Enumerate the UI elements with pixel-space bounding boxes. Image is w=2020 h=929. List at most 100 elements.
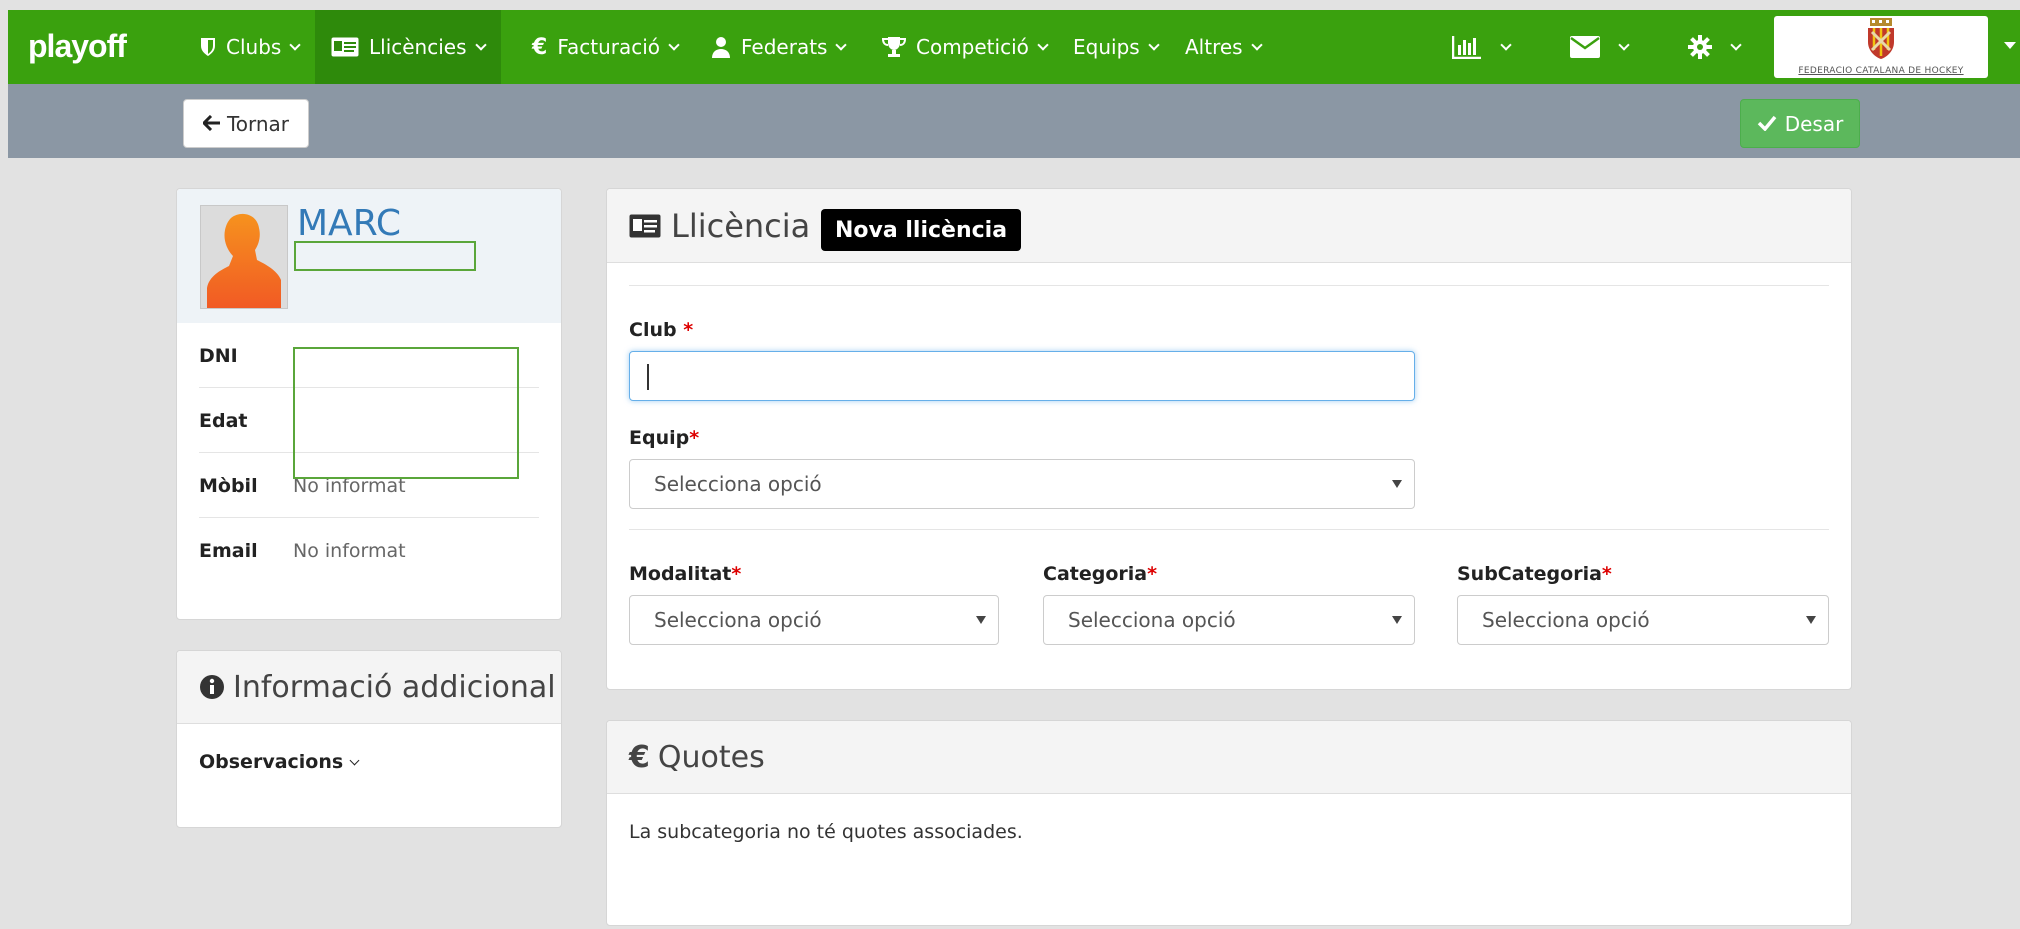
- nav-reports[interactable]: [1436, 10, 1526, 84]
- trophy-icon: [882, 36, 906, 58]
- subcategory-label-text: SubCategoria: [1457, 563, 1602, 585]
- subcategory-select[interactable]: Selecciona opció: [1457, 595, 1829, 645]
- chevron-down-icon: [1037, 38, 1049, 51]
- caret-down-icon: [1806, 616, 1816, 624]
- divider: [629, 529, 1829, 530]
- bar-chart-icon: [1452, 35, 1482, 59]
- chevron-down-icon: [289, 38, 301, 51]
- top-navbar: playoff Clubs Llicències € Facturació Fe…: [8, 10, 2020, 84]
- mobile-label: Mòbil: [199, 475, 258, 497]
- category-select-value: Selecciona opció: [1068, 608, 1236, 632]
- subcategory-field-label: SubCategoria*: [1457, 563, 1612, 585]
- nav-llicencies[interactable]: Llicències: [315, 10, 501, 84]
- additional-info-card: Informació addicional Observacions: [176, 650, 562, 828]
- save-button-label: Desar: [1784, 111, 1844, 136]
- quotes-card: € Quotes La subcategoria no té quotes as…: [606, 720, 1852, 926]
- club-input[interactable]: [629, 351, 1415, 401]
- divider: [629, 285, 1829, 286]
- redacted-surname: [294, 241, 476, 271]
- nav-settings[interactable]: [1672, 10, 1756, 84]
- club-field-label: Club *: [629, 319, 693, 341]
- euro-icon: €: [532, 34, 548, 60]
- profile-header: MARC: [177, 189, 561, 323]
- nav-competicio-label: Competició: [916, 35, 1029, 59]
- chevron-down-icon: [835, 38, 848, 51]
- avatar: [200, 205, 288, 309]
- nav-altres-label: Altres: [1185, 35, 1243, 59]
- chevron-down-icon: [1730, 38, 1742, 51]
- caret-down-icon[interactable]: [2004, 42, 2016, 49]
- caret-down-icon: [976, 616, 986, 624]
- required-mark: *: [731, 563, 742, 585]
- nav-altres[interactable]: Altres: [1169, 10, 1277, 84]
- chevron-down-icon: [349, 755, 360, 765]
- club-label-text: Club: [629, 319, 677, 341]
- arrow-left-icon: [201, 112, 221, 136]
- license-header: Llicència Nova llicència: [607, 189, 1851, 263]
- caret-down-icon: [1392, 616, 1402, 624]
- category-select[interactable]: Selecciona opció: [1043, 595, 1415, 645]
- chevron-down-icon: [1618, 38, 1630, 51]
- dni-label: DNI: [199, 345, 238, 367]
- required-mark: *: [1601, 563, 1612, 585]
- additional-info-title: Informació addicional: [233, 669, 556, 705]
- license-title: Llicència: [629, 207, 810, 245]
- chevron-down-icon: [1148, 38, 1160, 51]
- nav-federats[interactable]: Federats: [695, 10, 861, 84]
- envelope-icon: [1570, 36, 1600, 58]
- text-cursor: [647, 364, 649, 390]
- nav-facturacio-label: Facturació: [557, 35, 661, 59]
- nav-facturacio[interactable]: € Facturació: [516, 10, 694, 84]
- required-mark: *: [689, 427, 700, 449]
- observations-toggle[interactable]: Observacions: [199, 751, 360, 773]
- new-license-badge: Nova llicència: [821, 209, 1022, 251]
- observations-label: Observacions: [199, 751, 344, 773]
- id-card-icon: [331, 37, 359, 57]
- redacted-personal-data: [293, 347, 519, 479]
- modality-field-label: Modalitat*: [629, 563, 741, 585]
- id-card-icon: [629, 214, 661, 238]
- organization-name: FEDERACIÓ CATALANA DE HOCKEY: [1798, 66, 1964, 76]
- back-button-label: Tornar: [226, 111, 290, 136]
- nav-llicencies-label: Llicències: [369, 35, 467, 59]
- quotes-empty-message: La subcategoria no té quotes associades.: [629, 821, 1023, 843]
- chevron-down-icon: [474, 38, 487, 51]
- chevron-down-icon: [1500, 38, 1512, 51]
- info-row-email: Email No informat: [199, 518, 539, 583]
- chevron-down-icon: [668, 38, 680, 51]
- nav-equips-label: Equips: [1073, 35, 1140, 59]
- email-value: No informat: [293, 540, 406, 562]
- caret-down-icon: [1392, 480, 1402, 488]
- quotes-title: Quotes: [657, 739, 765, 775]
- action-bar: Tornar Desar: [8, 84, 2020, 158]
- profile-card: MARC DNI Edat Mòbil No informat Email No…: [176, 188, 562, 620]
- nav-competicio[interactable]: Competició: [866, 10, 1063, 84]
- modality-label-text: Modalitat: [629, 563, 732, 585]
- modality-select-value: Selecciona opció: [654, 608, 822, 632]
- team-select-value: Selecciona opció: [654, 472, 822, 496]
- check-icon: [1757, 112, 1777, 136]
- profile-name[interactable]: MARC: [297, 203, 401, 244]
- nav-messages[interactable]: [1554, 10, 1644, 84]
- nav-clubs[interactable]: Clubs: [184, 10, 315, 84]
- gear-icon: [1688, 35, 1712, 59]
- modality-select[interactable]: Selecciona opció: [629, 595, 999, 645]
- quotes-header: € Quotes: [607, 721, 1851, 794]
- nav-equips[interactable]: Equips: [1057, 10, 1174, 84]
- organization-logo[interactable]: FEDERACIÓ CATALANA DE HOCKEY: [1774, 16, 1988, 78]
- nav-clubs-label: Clubs: [226, 35, 282, 59]
- age-label: Edat: [199, 410, 248, 432]
- category-field-label: Categoria*: [1043, 563, 1157, 585]
- license-card: Llicència Nova llicència Club * Equip* S…: [606, 188, 1852, 690]
- back-button[interactable]: Tornar: [183, 99, 309, 148]
- category-label-text: Categoria: [1043, 563, 1148, 585]
- nav-federats-label: Federats: [741, 35, 828, 59]
- additional-info-header: Informació addicional: [177, 651, 561, 724]
- user-icon: [711, 36, 731, 58]
- brand-logo[interactable]: playoff: [28, 28, 127, 65]
- save-button[interactable]: Desar: [1740, 99, 1860, 148]
- required-mark: *: [1147, 563, 1158, 585]
- euro-icon: €: [629, 739, 650, 775]
- required-mark: *: [683, 319, 694, 341]
- team-select[interactable]: Selecciona opció: [629, 459, 1415, 509]
